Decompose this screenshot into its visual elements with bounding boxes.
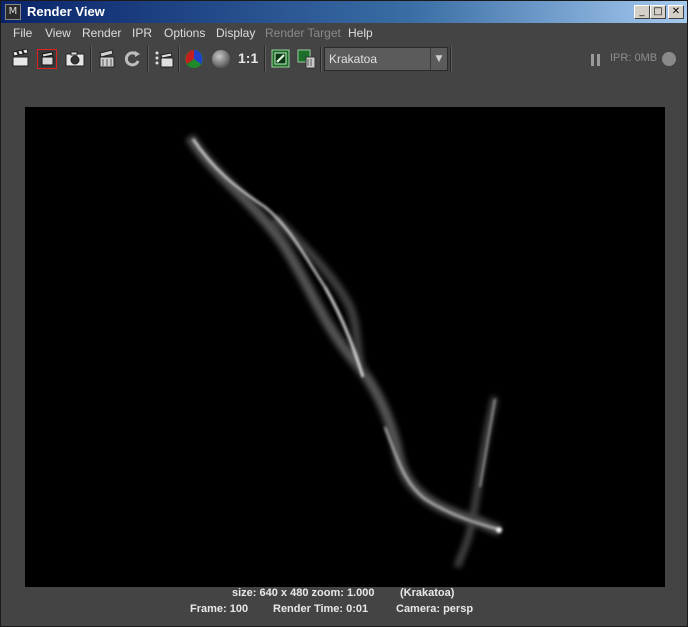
- remove-image-icon[interactable]: [297, 49, 317, 69]
- renderer-select[interactable]: Krakatoa ▼: [324, 47, 448, 71]
- frame-label: Frame: 100: [190, 603, 249, 615]
- renderer-select-value: Krakatoa: [329, 52, 378, 66]
- camera-label: Camera: persp: [396, 603, 474, 615]
- snapshot-camera-icon[interactable]: [65, 49, 85, 69]
- render-region-icon[interactable]: [37, 49, 57, 69]
- menu-view[interactable]: View: [45, 26, 71, 40]
- toolbar: 1:1 Krakatoa ▼ IPR: 0MB: [1, 43, 687, 75]
- alpha-channel-icon[interactable]: [211, 49, 231, 69]
- maya-app-icon[interactable]: M: [5, 4, 21, 20]
- toolbar-separator: [178, 46, 180, 72]
- menu-help[interactable]: Help: [348, 26, 373, 40]
- rendered-image[interactable]: [25, 107, 665, 587]
- menu-render-target[interactable]: Render Target: [265, 26, 341, 40]
- menu-display[interactable]: Display: [216, 26, 255, 40]
- image-size-ratio[interactable]: 1:1: [238, 50, 258, 66]
- menu-options[interactable]: Options: [164, 26, 205, 40]
- menu-file[interactable]: File: [13, 26, 32, 40]
- chevron-down-icon[interactable]: ▼: [430, 48, 447, 70]
- render-clapper-icon[interactable]: [11, 48, 31, 69]
- toolbar-separator: [264, 46, 266, 72]
- toolbar-separator: [147, 46, 149, 72]
- render-time-label: Render Time: 0:01: [273, 603, 369, 615]
- maximize-button[interactable]: □: [650, 5, 666, 19]
- render-area: size: 640 x 480 zoom: 1.000 (Krakatoa) F…: [1, 75, 687, 626]
- keep-image-icon[interactable]: [271, 49, 291, 69]
- ipr-status: IPR: 0MB: [610, 52, 658, 64]
- toolbar-separator: [320, 46, 322, 72]
- ipr-stop-icon[interactable]: [661, 51, 677, 67]
- title-bar[interactable]: M Render View _ □ ✕: [1, 1, 687, 23]
- render-sequence-icon[interactable]: [154, 49, 174, 69]
- menu-ipr[interactable]: IPR: [132, 26, 152, 40]
- menu-render[interactable]: Render: [82, 26, 121, 40]
- ipr-render-icon[interactable]: [97, 49, 117, 69]
- close-button[interactable]: ✕: [668, 5, 684, 19]
- pause-icon[interactable]: [590, 52, 602, 66]
- toolbar-separator: [90, 46, 92, 72]
- render-view-window: M Render View _ □ ✕ File View Render IPR…: [0, 0, 688, 627]
- refresh-icon[interactable]: [122, 49, 142, 69]
- toolbar-separator: [450, 46, 452, 72]
- size-zoom-text: size: 640 x 480 zoom: 1.000: [232, 587, 375, 599]
- rgb-channels-icon[interactable]: [184, 49, 204, 69]
- renderer-label: (Krakatoa): [400, 587, 455, 599]
- window-title: Render View: [27, 4, 105, 19]
- minimize-button[interactable]: _: [634, 5, 650, 19]
- menu-bar: File View Render IPR Options Display Ren…: [1, 23, 687, 43]
